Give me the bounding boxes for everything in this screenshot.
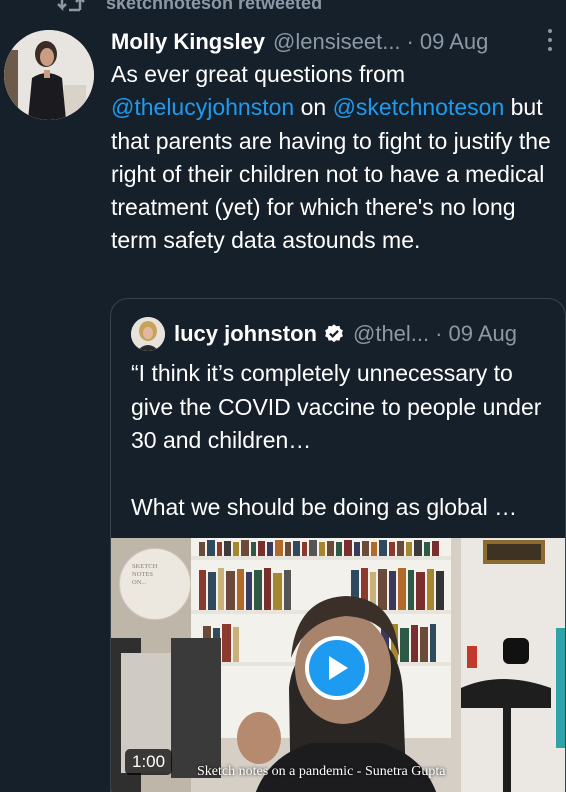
tweet-date[interactable]: 09 Aug [420, 29, 489, 55]
quoted-tweet-body: “I think it’s completely unnecessary to … [131, 360, 542, 520]
quoted-tweet-card[interactable]: lucy johnston @thel... · 09 Aug “I think… [110, 298, 566, 792]
badge-line3: ON... [132, 579, 147, 586]
quoted-author-handle[interactable]: @thel... [353, 321, 429, 347]
separator-dot: · [406, 29, 414, 54]
tweet-body: As ever great questions from @thelucyjoh… [111, 58, 556, 258]
verified-badge-icon [325, 324, 343, 343]
tweet-header: Molly Kingsley @lensiseet... · 09 Aug [111, 26, 558, 58]
author-name[interactable]: Molly Kingsley [111, 29, 265, 55]
retweet-icon [57, 0, 85, 12]
quoted-author-name[interactable]: lucy johnston [174, 321, 317, 347]
retweet-label: sketchnoteson retweeted [106, 0, 323, 13]
play-button[interactable] [305, 636, 369, 700]
video-duration: 1:00 [125, 749, 173, 775]
play-icon [329, 656, 348, 680]
video-thumbnail[interactable]: SKETCH NOTES ON... 1:00 Sketch notes on … [111, 538, 565, 792]
author-avatar[interactable] [4, 30, 94, 120]
separator-dot: · [435, 321, 443, 346]
retweet-context: sketchnoteson retweeted [56, 0, 322, 15]
quoted-author-avatar[interactable] [131, 317, 165, 351]
tweet-text-part1: As ever great questions from [111, 61, 406, 87]
video-caption: Sketch notes on a pandemic - Sunetra Gup… [197, 764, 446, 779]
sketchnotes-logo: SKETCH NOTES ON... [119, 548, 191, 620]
quoted-tweet-header: lucy johnston @thel... · 09 Aug [174, 316, 557, 352]
tweet-text-on: on [300, 94, 327, 121]
badge-line1: SKETCH [132, 563, 158, 570]
badge-line2: NOTES [132, 571, 153, 578]
mention-link[interactable]: @sketchnoteson [333, 94, 505, 120]
more-options-icon[interactable] [544, 29, 556, 55]
mention-link[interactable]: @thelucyjohnston [111, 94, 294, 120]
author-handle[interactable]: @lensiseet... [273, 29, 401, 55]
quoted-tweet-date[interactable]: 09 Aug [448, 321, 517, 347]
